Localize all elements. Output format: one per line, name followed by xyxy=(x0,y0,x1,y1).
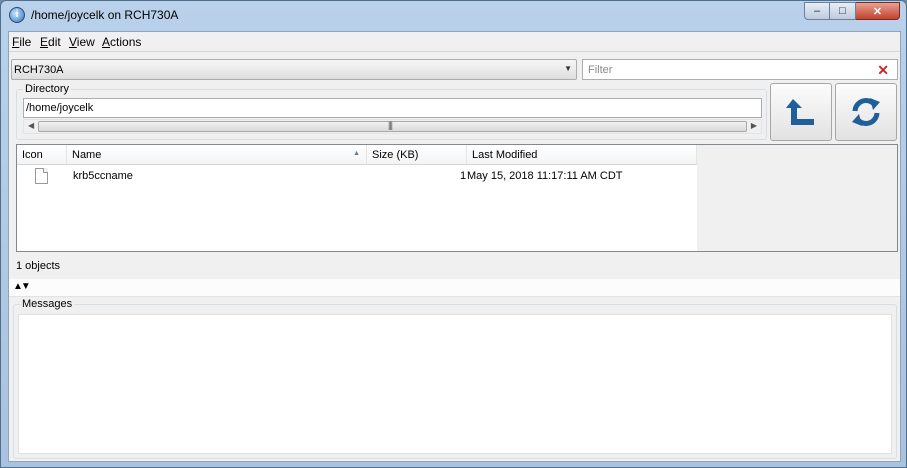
menu-actions-accel: A xyxy=(102,35,111,49)
close-button[interactable]: ✕ xyxy=(856,2,900,20)
column-header-name-label: Name xyxy=(72,149,102,161)
messages-area[interactable] xyxy=(18,314,892,454)
minimize-icon: ‒ xyxy=(813,5,821,17)
file-name: krb5ccname xyxy=(73,170,133,182)
column-header-last-modified[interactable]: Last Modified xyxy=(467,145,697,165)
title-bar[interactable]: i /home/joycelk on RCH730A ‒ □ ✕ xyxy=(1,1,906,31)
messages-legend: Messages xyxy=(20,298,75,310)
file-icon xyxy=(35,168,48,184)
menu-file[interactable]: File xyxy=(12,35,31,49)
chevron-down-icon: ▼ xyxy=(564,64,572,73)
file-size: 1 xyxy=(460,170,467,182)
minimize-button[interactable]: ‒ xyxy=(804,2,830,20)
menu-bar: File Edit View Actions xyxy=(9,32,900,52)
window-title: /home/joycelk on RCH730A xyxy=(31,8,179,22)
maximize-button[interactable]: □ xyxy=(830,2,856,20)
grip-icon: ||| xyxy=(388,120,393,130)
close-icon: ✕ xyxy=(872,5,883,18)
menu-actions[interactable]: Actions xyxy=(102,35,141,49)
menu-edit-label: dit xyxy=(48,35,61,49)
directory-path: /home/joycelk xyxy=(26,102,94,114)
client-area: File Edit View Actions RCH730A ▼ Filter … xyxy=(8,31,901,462)
column-header-size[interactable]: Size (KB) xyxy=(367,145,467,165)
refresh-button[interactable] xyxy=(835,83,897,141)
maximize-icon: □ xyxy=(839,5,846,17)
menu-view-accel: V xyxy=(69,35,77,49)
window-controls: ‒ □ ✕ xyxy=(804,2,900,22)
sort-ascending-icon: ▲ xyxy=(353,150,360,157)
split-toggle-icon[interactable]: ▲▼ xyxy=(13,281,31,292)
scroll-right-icon[interactable]: ▶ xyxy=(751,121,757,130)
messages-group: Messages xyxy=(13,298,897,459)
directory-legend: Directory xyxy=(23,83,72,95)
column-header-icon[interactable]: Icon xyxy=(17,145,67,165)
status-text: 1 objects xyxy=(16,260,61,272)
file-table[interactable]: Icon Name ▲ Size (KB) Last Modified krb5… xyxy=(16,144,898,252)
directory-group: Directory /home/joycelk ◀ ||| ▶ xyxy=(16,83,767,140)
menu-edit[interactable]: Edit xyxy=(40,35,61,49)
scrollbar-thumb[interactable]: ||| xyxy=(38,120,747,132)
directory-input[interactable]: /home/joycelk xyxy=(23,98,762,118)
system-select-value: RCH730A xyxy=(14,64,64,76)
refresh-icon xyxy=(852,98,880,126)
system-select[interactable]: RCH730A ▼ xyxy=(11,59,577,80)
app-window: i /home/joycelk on RCH730A ‒ □ ✕ File Ed… xyxy=(0,0,907,468)
file-modified: May 15, 2018 11:17:11 AM CDT xyxy=(467,170,623,182)
table-header: Icon Name ▲ Size (KB) Last Modified xyxy=(17,145,697,165)
scroll-left-icon[interactable]: ◀ xyxy=(28,121,34,130)
clear-filter-icon[interactable]: ✕ xyxy=(877,62,889,79)
panel-splitter[interactable]: ▲▼ xyxy=(9,279,900,297)
table-row[interactable]: krb5ccname 1 May 15, 2018 11:17:11 AM CD… xyxy=(17,167,697,185)
filter-placeholder: Filter xyxy=(588,64,613,76)
menu-file-label: ile xyxy=(19,35,32,49)
folder-up-icon xyxy=(786,99,814,125)
app-info-icon[interactable]: i xyxy=(9,7,25,23)
menu-view-label: iew xyxy=(76,35,95,49)
menu-actions-label: ctions xyxy=(110,35,142,49)
menu-edit-accel: E xyxy=(40,35,49,49)
up-directory-button[interactable] xyxy=(770,83,832,141)
menu-view[interactable]: View xyxy=(69,35,95,49)
directory-scrollbar[interactable]: ◀ ||| ▶ xyxy=(23,119,762,134)
column-header-name[interactable]: Name ▲ xyxy=(67,145,367,165)
table-empty-area xyxy=(697,145,897,251)
filter-field[interactable]: Filter ✕ xyxy=(582,59,898,80)
